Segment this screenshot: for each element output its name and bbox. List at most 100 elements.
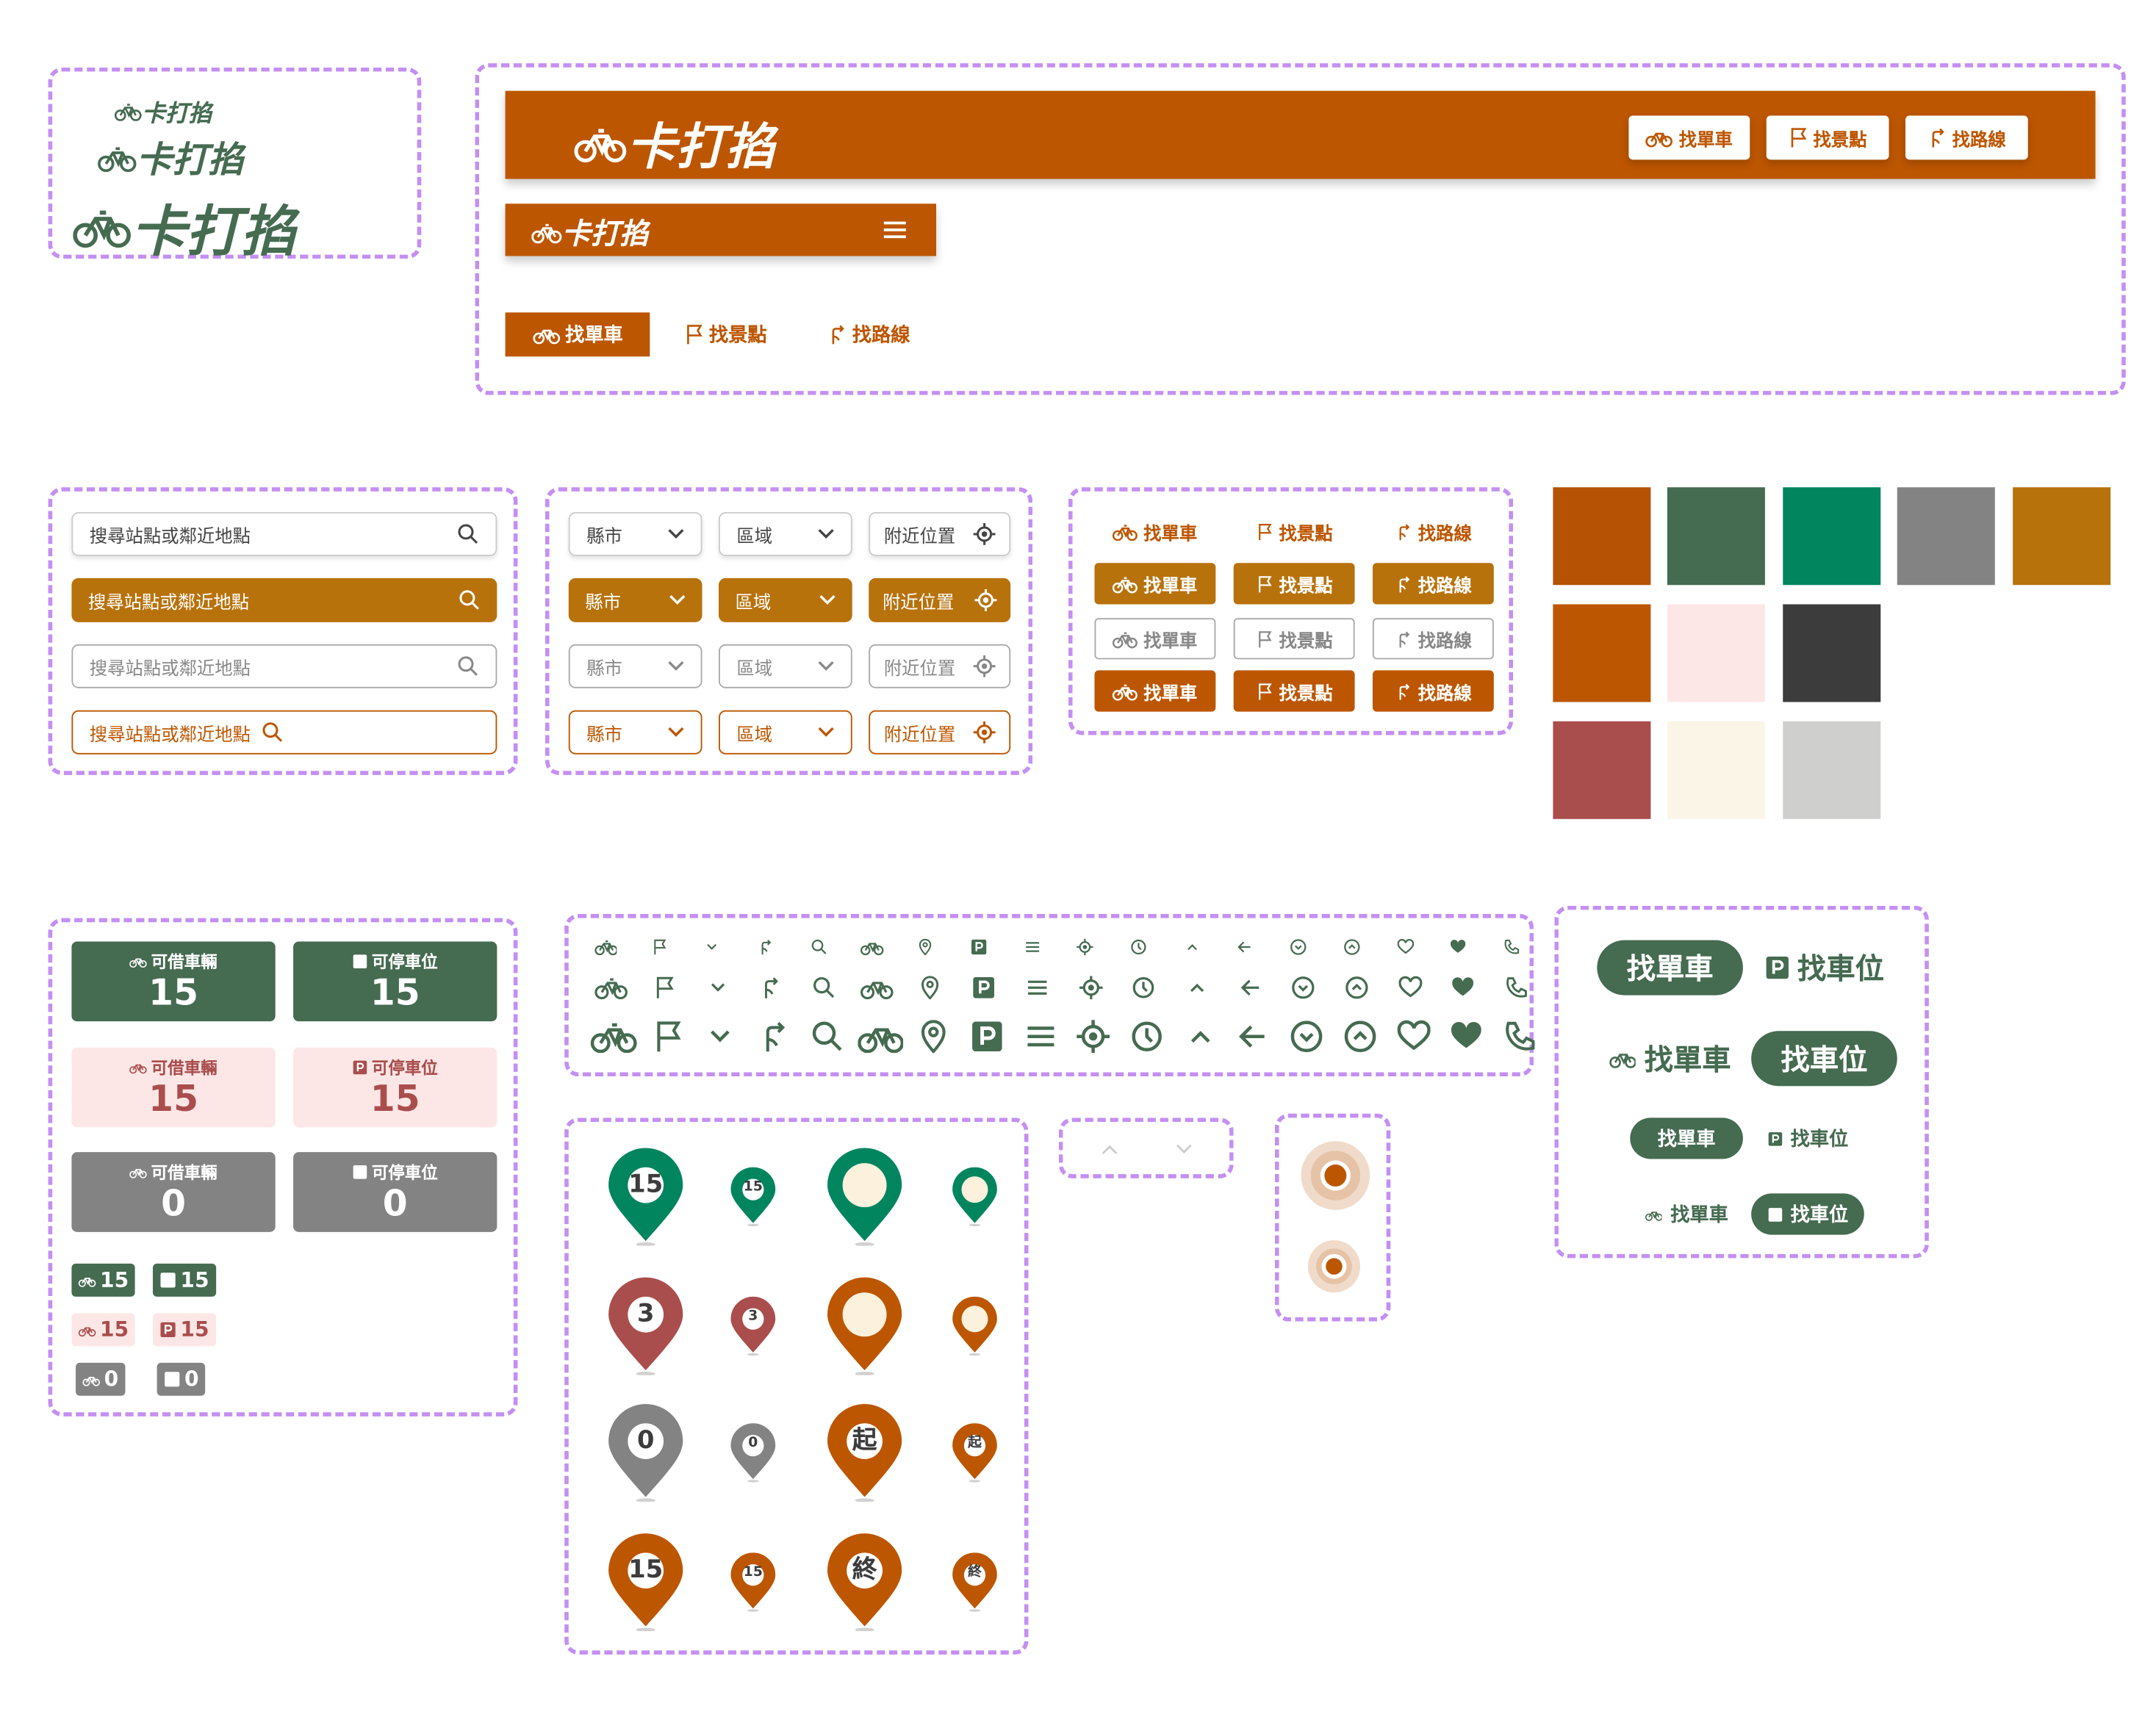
map-marker[interactable]: 15: [604, 1532, 686, 1632]
map-marker[interactable]: 終: [950, 1551, 999, 1612]
menu-icon[interactable]: [883, 220, 908, 240]
locate-target-icon: [1068, 1018, 1118, 1057]
chevron-up-icon[interactable]: [1102, 1144, 1118, 1155]
phone-icon: [1499, 937, 1524, 957]
nearby-button-active[interactable]: 附近位置: [869, 577, 1011, 622]
search-placeholder: 搜尋站點或鄰近地點: [89, 526, 251, 547]
district-select-focus[interactable]: 區域: [719, 710, 852, 755]
card-label-text: 可借車輛: [151, 1162, 218, 1182]
search-input-default[interactable]: 搜尋站點或鄰近地點: [71, 511, 497, 556]
marker-label: 終: [968, 1565, 982, 1580]
map-marker[interactable]: [950, 1295, 999, 1356]
tab-route[interactable]: 找路線: [813, 312, 924, 356]
city-select-disabled[interactable]: 縣市: [568, 644, 703, 688]
button-label: 找景點: [1279, 576, 1333, 597]
city-select-focus[interactable]: 縣市: [568, 710, 703, 755]
map-marker[interactable]: 15: [728, 1165, 777, 1227]
chevron-down-icon: [819, 595, 836, 605]
map-marker[interactable]: [823, 1275, 905, 1375]
header-nav-route-button[interactable]: 找路線: [1905, 115, 2028, 160]
nearby-button-disabled[interactable]: 附近位置: [869, 644, 1011, 688]
search-input-disabled[interactable]: 搜尋站點或鄰近地點: [71, 644, 497, 688]
search-input-active[interactable]: 搜尋站點或鄰近地點: [71, 577, 497, 622]
district-select-disabled[interactable]: 區域: [719, 644, 852, 688]
map-marker[interactable]: 起: [823, 1403, 905, 1502]
available-bikes-card: 可借車輛 15: [71, 1047, 276, 1128]
search-icon[interactable]: [459, 589, 481, 611]
route-icon: [1395, 682, 1412, 699]
find-route-button[interactable]: 找路線: [1372, 618, 1494, 660]
card-count: 0: [161, 1183, 187, 1225]
tab-label: 找景點: [708, 325, 767, 348]
mode-toggle-parking[interactable]: 找車位: [1751, 1193, 1864, 1235]
route-icon: [1395, 575, 1412, 592]
search-input-focus[interactable]: 搜尋站點或鄰近地點: [71, 710, 497, 755]
map-marker[interactable]: 0: [604, 1403, 686, 1502]
district-select-active[interactable]: 區域: [719, 577, 852, 622]
mode-toggle-bike[interactable]: 找單車: [1630, 1193, 1743, 1234]
header-nav-bike-button[interactable]: 找單車: [1628, 115, 1750, 160]
chevron-down-icon: [818, 529, 834, 539]
bike-icon: [531, 223, 562, 244]
tab-bike-active[interactable]: 找單車: [505, 312, 650, 357]
nearby-button[interactable]: 附近位置: [869, 511, 1011, 556]
toggle-label: 找單車: [1644, 1043, 1731, 1077]
bike-icon: [78, 1274, 96, 1286]
header-nav-spot-button[interactable]: 找景點: [1766, 115, 1889, 160]
heart-filled-icon: [1446, 973, 1481, 1001]
mode-toggle-parking[interactable]: 找車位: [1751, 940, 1897, 996]
chevron-up-icon: [1179, 937, 1204, 957]
search-icon[interactable]: [457, 655, 479, 677]
map-marker[interactable]: 起: [950, 1422, 999, 1483]
find-route-button[interactable]: 找路線: [1372, 670, 1494, 712]
color-swatch: [1667, 487, 1765, 586]
header-logo[interactable]: 卡打掐: [574, 107, 775, 179]
route-icon: [753, 973, 788, 1001]
mode-toggle-parking[interactable]: 找車位: [1751, 1117, 1864, 1159]
find-spot-button[interactable]: 找景點: [1233, 670, 1355, 712]
mode-toggle-bike[interactable]: 找單車: [1597, 940, 1743, 996]
scroll-arrows-panel: [1058, 1117, 1234, 1178]
map-marker[interactable]: [950, 1165, 999, 1227]
mode-toggle-bike[interactable]: 找單車: [1630, 1117, 1743, 1159]
bike-icon: [594, 973, 629, 1001]
map-marker[interactable]: 15: [728, 1551, 777, 1612]
nearby-button-focus[interactable]: 附近位置: [869, 710, 1011, 755]
parking-icon: [966, 973, 1002, 1001]
find-route-button[interactable]: 找路線: [1372, 511, 1494, 552]
map-marker[interactable]: 3: [728, 1295, 777, 1356]
map-marker[interactable]: 15: [604, 1146, 686, 1246]
district-label: 區域: [736, 658, 773, 680]
find-spot-button[interactable]: 找景點: [1233, 618, 1355, 660]
card-label-text: 可借車輛: [151, 1057, 218, 1078]
find-route-button[interactable]: 找路線: [1372, 563, 1494, 605]
map-marker[interactable]: [823, 1146, 905, 1246]
chevron-down-icon[interactable]: [1176, 1144, 1192, 1155]
arrow-left-icon: [1233, 973, 1268, 1001]
find-bike-button[interactable]: 找單車: [1094, 563, 1216, 605]
marker-label: 終: [852, 1555, 877, 1585]
district-select[interactable]: 區域: [719, 511, 852, 556]
find-spot-button[interactable]: 找景點: [1233, 563, 1355, 605]
card-count: 15: [148, 972, 198, 1014]
locate-target-icon: [1073, 937, 1098, 957]
map-marker[interactable]: 0: [728, 1422, 777, 1483]
phone-icon: [1499, 973, 1534, 1001]
mobile-logo[interactable]: 卡打掐: [531, 212, 648, 253]
logo-panel: 卡打掐 卡打掐 卡打掐: [48, 67, 422, 264]
search-icon[interactable]: [457, 523, 479, 545]
city-select-active[interactable]: 縣市: [568, 577, 703, 622]
tab-spot[interactable]: 找景點: [670, 312, 780, 356]
mode-toggle-parking[interactable]: 找車位: [1751, 1031, 1897, 1087]
chevron-down-icon: [669, 595, 686, 605]
map-marker[interactable]: 3: [604, 1275, 686, 1375]
search-icon[interactable]: [262, 721, 284, 744]
map-marker[interactable]: 終: [823, 1532, 905, 1632]
card-label-text: 可借車輛: [151, 951, 218, 971]
city-select[interactable]: 縣市: [568, 511, 703, 556]
find-bike-button[interactable]: 找單車: [1094, 670, 1216, 712]
mode-toggle-bike[interactable]: 找單車: [1597, 1031, 1743, 1086]
find-bike-button[interactable]: 找單車: [1094, 511, 1216, 552]
find-bike-button[interactable]: 找單車: [1094, 618, 1216, 660]
find-spot-button[interactable]: 找景點: [1233, 511, 1355, 552]
